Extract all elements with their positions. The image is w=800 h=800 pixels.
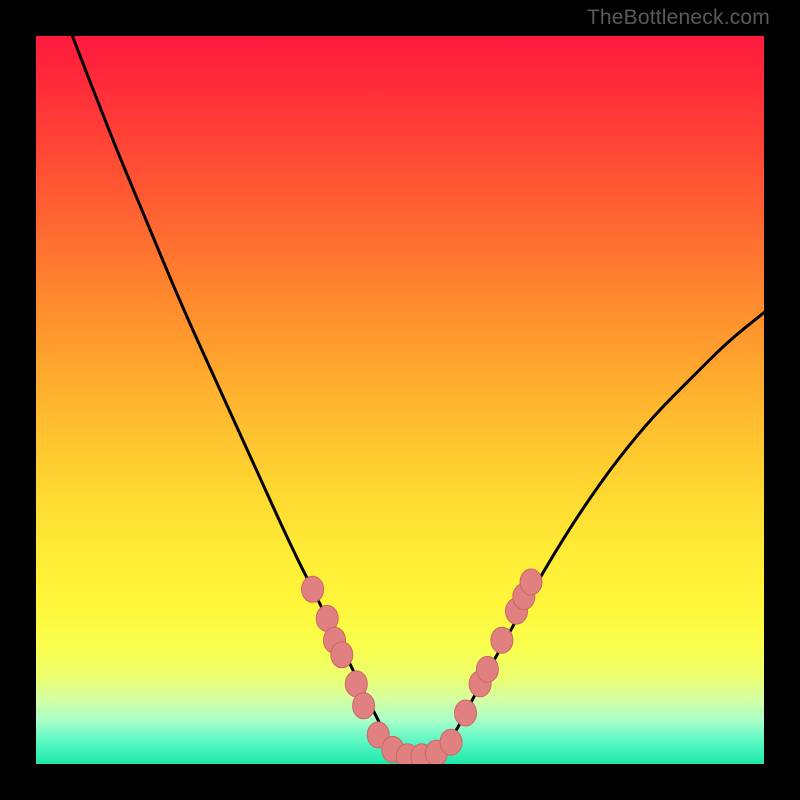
curve-layer <box>36 36 764 764</box>
plot-area <box>36 36 764 764</box>
data-marker <box>476 656 498 682</box>
data-marker <box>440 729 462 755</box>
data-marker <box>491 627 513 653</box>
data-marker <box>353 693 375 719</box>
marker-group <box>302 569 542 764</box>
data-marker <box>331 642 353 668</box>
bottleneck-curve-path <box>72 36 764 757</box>
watermark-text: TheBottleneck.com <box>587 6 770 30</box>
data-marker <box>455 700 477 726</box>
data-marker <box>520 569 542 595</box>
chart-frame: TheBottleneck.com <box>0 0 800 800</box>
data-marker <box>302 576 324 602</box>
